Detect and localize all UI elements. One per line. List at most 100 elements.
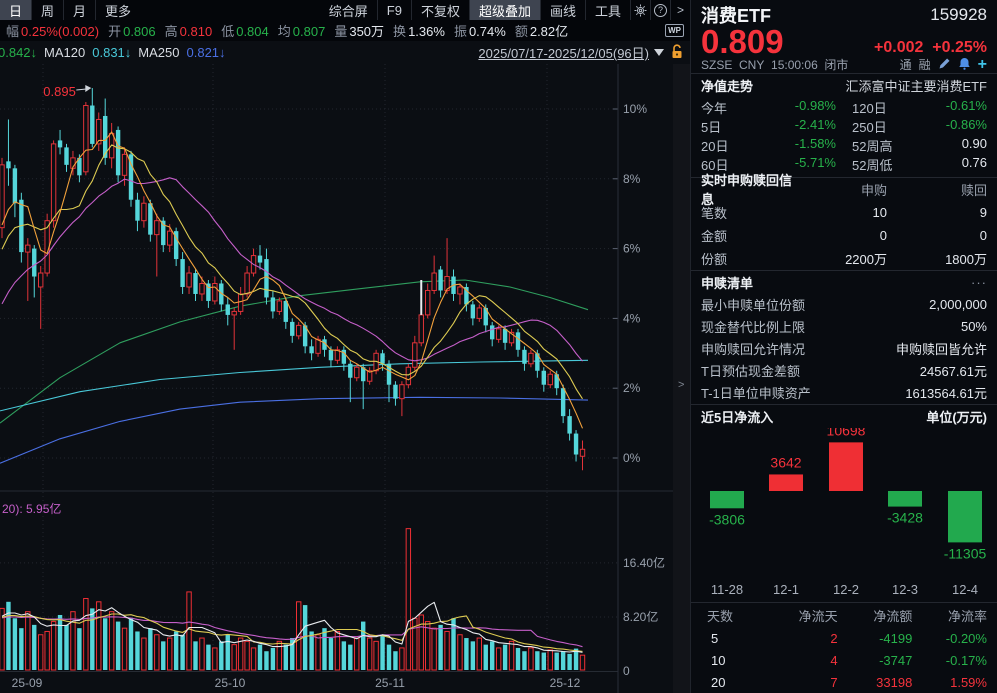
menu-item-不复权[interactable]: 不复权 bbox=[411, 0, 469, 20]
ma-legend-bar: 0.842↓MA1200.831↓MA2500.821↓ 2025/07/17-… bbox=[0, 41, 690, 64]
list-section-title: 申赎清单 bbox=[701, 273, 753, 292]
stat-量: 量350万 bbox=[334, 24, 384, 39]
panel-collapse-chevron-icon[interactable]: > bbox=[678, 379, 684, 391]
add-watchlist-plus-icon[interactable]: + bbox=[978, 58, 987, 71]
market-status: 闭市 bbox=[824, 56, 848, 73]
nav-stat-label: 52周低 bbox=[852, 155, 892, 174]
tab-更多[interactable]: 更多 bbox=[95, 0, 140, 20]
table-cell: 7 bbox=[763, 675, 838, 690]
table-cell: -0.17% bbox=[912, 653, 987, 668]
wp-window-icon[interactable]: WP bbox=[665, 24, 684, 37]
nav-stat-label: 250日 bbox=[852, 117, 887, 136]
svg-text:10%: 10% bbox=[623, 102, 647, 116]
more-options-icon[interactable]: ··· bbox=[971, 275, 987, 290]
nav-stat-value: -5.71% bbox=[795, 155, 836, 174]
realtime-row: 笔数109 bbox=[691, 201, 997, 224]
stats-items: 幅0.25%(0.002)开0.806高0.810低0.804均0.807量35… bbox=[6, 21, 577, 40]
svg-text:12-2: 12-2 bbox=[833, 582, 859, 597]
netflow-table: 天数净流天净流额净流率52-4199-0.20%104-3747-0.17%20… bbox=[691, 603, 997, 693]
table-cell: -0.20% bbox=[912, 631, 987, 646]
table-row: 104-3747-0.17% bbox=[691, 649, 997, 671]
nav-stat-label: 120日 bbox=[852, 98, 887, 117]
svg-text:12-4: 12-4 bbox=[952, 582, 978, 597]
table-row: 52-4199-0.20% bbox=[691, 627, 997, 649]
svg-text:10698: 10698 bbox=[827, 428, 866, 438]
fund-full-name: 汇添富中证主要消费ETF bbox=[845, 76, 987, 95]
nav-stat-value: -1.58% bbox=[795, 136, 836, 155]
col-redeem: 赎回 bbox=[887, 180, 987, 199]
list-row: 现金替代比例上限50% bbox=[691, 316, 997, 338]
tab-周[interactable]: 周 bbox=[31, 0, 63, 20]
menu-expand-chevron-icon[interactable]: > bbox=[670, 0, 690, 20]
chart-pane: 日周月更多 综合屏F9不复权超级叠加画线工具 ? > 幅0.25%(0.002)… bbox=[0, 0, 690, 693]
date-range-selector[interactable]: 2025/07/17-2025/12/05(96日) bbox=[478, 43, 649, 62]
table-cell: 2 bbox=[763, 631, 838, 646]
nav-stat-label: 今年 bbox=[701, 98, 727, 117]
table-cell: 5 bbox=[701, 631, 763, 646]
table-cell: 20 bbox=[701, 675, 763, 690]
menu-item-F9[interactable]: F9 bbox=[377, 0, 411, 20]
table-cell: 10 bbox=[701, 653, 763, 668]
realtime-row: 份额2200万1800万 bbox=[691, 247, 997, 270]
svg-text:25-11: 25-11 bbox=[375, 676, 405, 690]
svg-text:25-12: 25-12 bbox=[550, 676, 581, 690]
svg-text:12-1: 12-1 bbox=[773, 582, 799, 597]
stat-额: 额2.82亿 bbox=[515, 24, 568, 39]
menu-item-画线[interactable]: 画线 bbox=[540, 0, 585, 20]
tab-月[interactable]: 月 bbox=[63, 0, 95, 20]
quote-statsbar: 幅0.25%(0.002)开0.806高0.810低0.804均0.807量35… bbox=[0, 20, 690, 41]
etf-code: 159928 bbox=[930, 5, 987, 25]
ma-segment: 0.831↓ bbox=[92, 45, 131, 60]
nav-stat-value: -0.61% bbox=[946, 98, 987, 117]
svg-text:0.895: 0.895 bbox=[43, 84, 76, 99]
lock-icon[interactable] bbox=[670, 44, 684, 62]
currency-label: CNY bbox=[739, 58, 764, 72]
period-tabs: 日周月更多 bbox=[0, 0, 140, 20]
nav-stat-label: 20日 bbox=[701, 136, 728, 155]
date-range-dropdown-icon[interactable] bbox=[654, 49, 664, 56]
tag-shanghai-connect: 通 bbox=[900, 56, 912, 73]
list-row: 最小申赎单位份额2,000,000 bbox=[691, 294, 997, 316]
svg-text:-3428: -3428 bbox=[887, 509, 923, 525]
ma-segment: 0.821↓ bbox=[187, 45, 226, 60]
stat-低: 低0.804 bbox=[221, 24, 269, 39]
menu-item-综合屏[interactable]: 综合屏 bbox=[320, 0, 377, 20]
svg-text:20): 5.95亿: 20): 5.95亿 bbox=[2, 501, 61, 516]
stat-均: 均0.807 bbox=[278, 24, 326, 39]
stat-高: 高0.810 bbox=[165, 24, 213, 39]
alert-bell-icon[interactable] bbox=[958, 57, 971, 73]
menu-item-超级叠加[interactable]: 超级叠加 bbox=[469, 0, 540, 20]
trading-app: 日周月更多 综合屏F9不复权超级叠加画线工具 ? > 幅0.25%(0.002)… bbox=[0, 0, 997, 693]
nav-stat-row: 5日-2.41%250日-0.86% bbox=[701, 117, 987, 136]
svg-text:0: 0 bbox=[623, 664, 630, 678]
nav-section-title: 净值走势 bbox=[701, 76, 753, 95]
svg-text:0%: 0% bbox=[623, 451, 641, 465]
svg-text:2%: 2% bbox=[623, 381, 641, 395]
edit-pencil-icon[interactable] bbox=[938, 57, 951, 73]
table-row: 207331981.59% bbox=[691, 671, 997, 693]
svg-text:16.40亿: 16.40亿 bbox=[623, 555, 665, 570]
nav-stat-row: 今年-0.98%120日-0.61% bbox=[701, 98, 987, 117]
svg-text:3642: 3642 bbox=[770, 454, 801, 470]
table-cell: 33198 bbox=[838, 675, 913, 690]
tab-日[interactable]: 日 bbox=[0, 0, 31, 20]
nav-stat-label: 5日 bbox=[701, 117, 721, 136]
svg-text:11-28: 11-28 bbox=[711, 582, 743, 597]
table-header-row: 天数净流天净流额净流率 bbox=[691, 603, 997, 627]
settings-gear-icon[interactable] bbox=[630, 0, 650, 20]
svg-text:12-3: 12-3 bbox=[892, 582, 918, 597]
table-cell: -4199 bbox=[838, 631, 913, 646]
list-row: 申购赎回允许情况申购赎回皆允许 bbox=[691, 338, 997, 360]
list-row: T-1日单位申赎资产1613564.61元 bbox=[691, 382, 997, 404]
stat-开: 开0.806 bbox=[108, 24, 156, 39]
nav-stat-value: -0.86% bbox=[946, 117, 987, 136]
tool-menu: 综合屏F9不复权超级叠加画线工具 bbox=[320, 0, 630, 20]
col-subscribe: 申购 bbox=[792, 180, 887, 199]
menu-item-工具[interactable]: 工具 bbox=[585, 0, 630, 20]
kline-chart[interactable]: 10%8%6%4%2%0%16.40亿8.20亿00.89520): 5.95亿… bbox=[0, 64, 690, 693]
stat-振: 振0.74% bbox=[454, 24, 506, 39]
price-change: +0.002 +0.25% bbox=[874, 39, 987, 57]
nav-return-grid: 今年-0.98%120日-0.61%5日-2.41%250日-0.86%20日-… bbox=[691, 98, 997, 174]
svg-text:25-10: 25-10 bbox=[215, 676, 246, 690]
help-icon[interactable]: ? bbox=[650, 0, 670, 20]
